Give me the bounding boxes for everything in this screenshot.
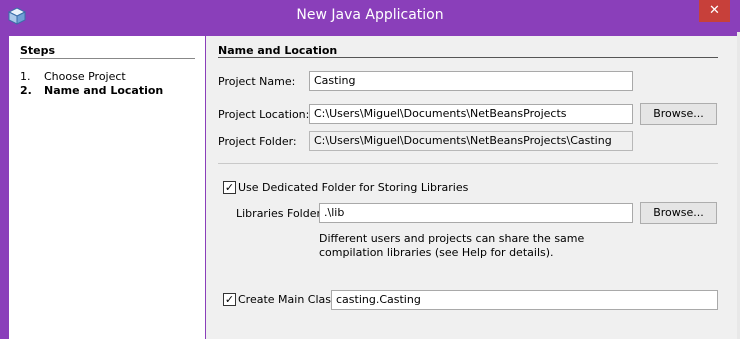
section-heading: Name and Location [218,44,338,57]
libraries-folder-browse-button[interactable]: Browse... [640,202,717,224]
step-number: 1. [20,70,31,83]
create-main-class-checkbox[interactable]: ✓ [223,293,236,306]
project-name-input[interactable] [314,74,628,87]
close-button[interactable]: ✕ [699,0,730,22]
project-location-field[interactable]: C:\Users\Miguel\Documents\NetBeansProjec… [309,104,633,124]
section-divider [218,57,718,58]
steps-panel: Steps 1. Choose Project 2. Name and Locati… [9,36,205,339]
create-main-class-label[interactable]: Create Main Class [238,293,337,306]
step-name-and-location: 2. Name and Location [20,84,163,97]
project-folder-field: C:\Users\Miguel\Documents\NetBeansProjec… [309,131,633,151]
project-location-label: Project Location: [218,108,310,121]
libraries-folder-label: Libraries Folder: [236,207,325,220]
dedicated-folder-checkbox[interactable]: ✓ [223,181,236,194]
project-location-browse-button[interactable]: Browse... [640,103,717,125]
project-name-label: Project Name: [218,75,296,88]
step-choose-project: 1. Choose Project [20,70,126,83]
section-separator [218,163,718,164]
main-class-field[interactable]: casting.Casting [331,290,718,310]
dedicated-folder-label[interactable]: Use Dedicated Folder for Storing Librari… [238,181,468,194]
project-folder-label: Project Folder: [218,135,297,148]
step-label: Name and Location [44,84,164,97]
libraries-folder-field[interactable]: .\lib [319,203,633,223]
steps-heading: Steps [20,44,56,57]
title-bar[interactable]: New Java Application ✕ [0,0,740,32]
step-label: Choose Project [44,70,126,83]
window-title: New Java Application [296,7,444,23]
project-name-field[interactable] [309,71,633,91]
main-panel: Name and Location Project Name: Project … [206,36,740,339]
step-number: 2. [20,84,32,97]
steps-divider [20,58,195,59]
libraries-help-text: Different users and projects can share t… [319,232,585,259]
